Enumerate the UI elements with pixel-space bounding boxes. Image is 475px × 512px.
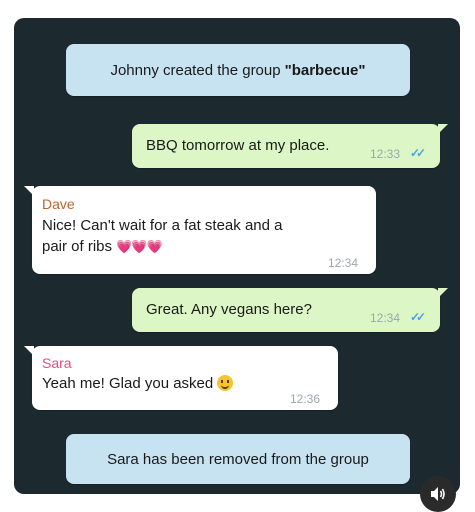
bubble-tail	[438, 288, 448, 298]
sender-name-sara: Sara	[42, 355, 72, 371]
incoming-message[interactable]: Dave Nice! Can't wait for a fat steak an…	[32, 186, 376, 274]
read-receipt-icon: ✓✓	[410, 310, 426, 324]
bubble-tail	[24, 186, 34, 196]
incoming-message[interactable]: Sara Yeah me! Glad you asked 12:36	[32, 346, 338, 410]
group-name: "barbecue"	[284, 61, 366, 79]
smiley-emoji-icon	[217, 375, 234, 391]
message-text: BBQ tomorrow at my place.	[146, 137, 330, 154]
bubble-tail	[438, 124, 448, 134]
outgoing-message[interactable]: Great. Any vegans here? 12:34 ✓✓	[132, 288, 440, 332]
read-receipt-icon: ✓✓	[410, 146, 426, 160]
chat-window: Johnny created the group "barbecue" BBQ …	[14, 18, 460, 494]
message-text-content: Yeah me! Glad you asked	[42, 375, 214, 392]
volume-button[interactable]	[420, 476, 456, 512]
system-removed-text: Sara has been removed from the group	[107, 450, 369, 468]
message-time: 12:33	[370, 147, 401, 161]
volume-icon	[431, 487, 445, 501]
message-time: 12:34	[328, 256, 359, 270]
message-text-line1: Nice! Can't wait for a fat steak and a	[42, 217, 283, 234]
system-message-group-created: Johnny created the group "barbecue"	[66, 44, 410, 96]
hearts-icon: 💗💗💗	[116, 239, 163, 254]
bubble-tail	[24, 346, 34, 356]
message-time: 12:36	[290, 392, 321, 406]
outgoing-message[interactable]: BBQ tomorrow at my place. 12:33 ✓✓	[132, 124, 440, 168]
message-text-line2: pair of ribs 💗💗💗	[42, 236, 163, 257]
sender-name-dave: Dave	[42, 196, 75, 212]
system-created-text: Johnny created the group	[110, 61, 281, 79]
system-message-removed: Sara has been removed from the group	[66, 434, 410, 484]
message-text-line2-text: pair of ribs	[42, 238, 113, 255]
message-time: 12:34	[370, 311, 401, 325]
message-text: Yeah me! Glad you asked	[42, 373, 234, 394]
message-text: Great. Any vegans here?	[146, 301, 312, 318]
